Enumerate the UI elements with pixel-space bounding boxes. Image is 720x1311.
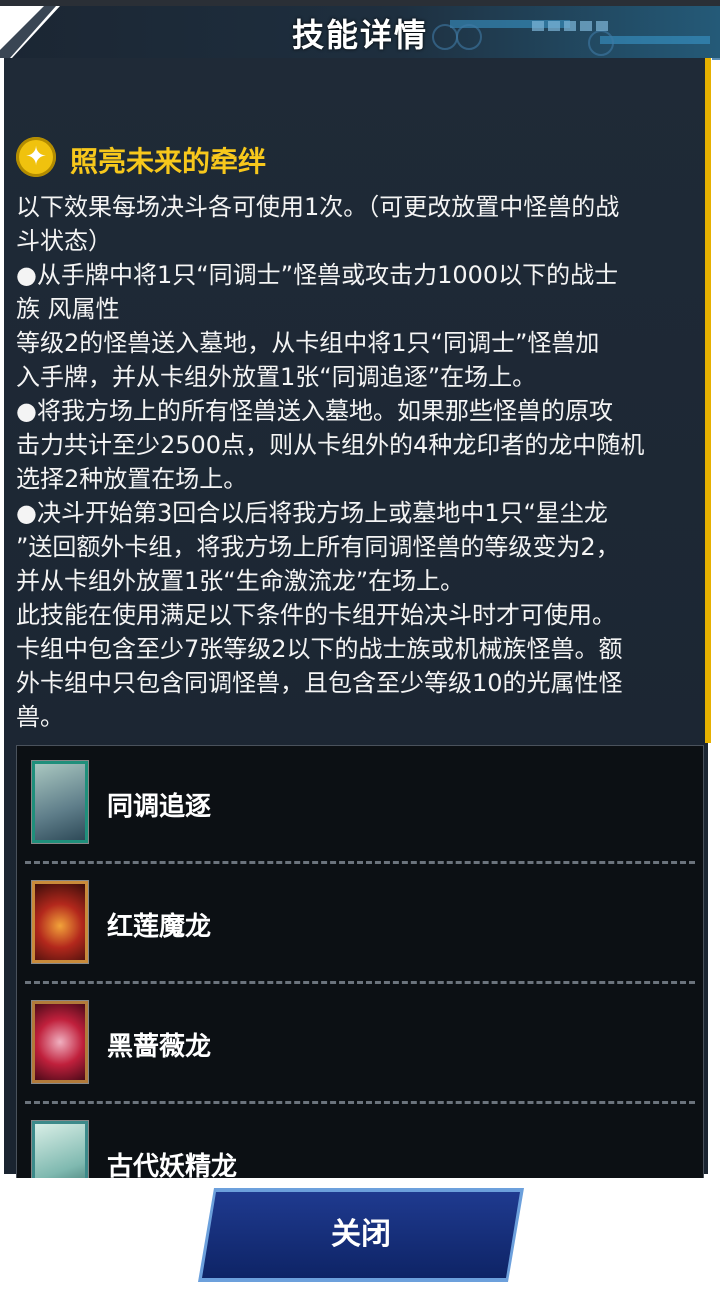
- close-button[interactable]: [202, 1192, 520, 1278]
- description-line: 此技能在使用满足以下条件的卡组开始决斗时才可使用。: [16, 601, 616, 629]
- list-item[interactable]: 红莲魔龙: [17, 866, 703, 984]
- description-line: 以下效果每场决斗各可使用1次。（可更改放置中怪兽的战: [16, 193, 620, 221]
- description-line: ●决斗开始第3回合以后将我方场上或墓地中1只“星尘龙: [16, 499, 608, 527]
- card-art: [35, 1004, 85, 1080]
- card-name: 黑蔷薇龙: [107, 1032, 212, 1062]
- description-line: 族 风属性: [16, 295, 120, 323]
- card-thumbnail[interactable]: [31, 880, 89, 964]
- list-item[interactable]: 古代妖精龙: [17, 1106, 703, 1179]
- card-art: [35, 884, 85, 960]
- card-name: 红莲魔龙: [107, 912, 212, 942]
- skill-name: 照亮未来的牵绊: [70, 145, 267, 178]
- divider: [25, 1101, 695, 1104]
- related-cards-list[interactable]: 同调追逐 红莲魔龙 黑蔷薇龙 古代妖精龙: [16, 745, 704, 1179]
- description-line: ●将我方场上的所有怪兽送入墓地。如果那些怪兽的原攻: [16, 397, 613, 425]
- description-line: 并从卡组外放置1张“生命激流龙”在场上。: [16, 567, 465, 595]
- list-item[interactable]: 同调追逐: [17, 746, 703, 864]
- card-name: 古代妖精龙: [107, 1152, 238, 1179]
- page-title: 技能详情: [291, 16, 428, 54]
- divider: [25, 861, 695, 864]
- skill-description: 以下效果每场决斗各可使用1次。（可更改放置中怪兽的战 斗状态） ●从手牌中将1只…: [16, 190, 706, 734]
- description-line: ”送回额外卡组，将我方场上所有同调怪兽的等级变为2，: [16, 533, 620, 561]
- description-line: 入手牌，并从卡组外放置1张“同调追逐”在场上。: [16, 363, 537, 391]
- list-item[interactable]: 黑蔷薇龙: [17, 986, 703, 1104]
- description-line: 卡组中包含至少7张等级2以下的战士族或机械族怪兽。额: [16, 635, 623, 663]
- card-name: 同调追逐: [107, 792, 212, 822]
- card-thumbnail[interactable]: [31, 1000, 89, 1084]
- divider: [25, 981, 695, 984]
- card-art: [35, 764, 85, 840]
- card-thumbnail[interactable]: [31, 1120, 89, 1178]
- sparkle-star-icon: ✦: [16, 137, 56, 177]
- description-line: 兽。: [16, 703, 64, 731]
- description-line: 等级2的怪兽送入墓地，从卡组中将1只“同调士”怪兽加: [16, 329, 600, 357]
- description-line: 选择2种放置在场上。: [16, 465, 248, 493]
- description-line: 斗状态）: [16, 227, 112, 255]
- description-line: 击力共计至少2500点，则从卡组外的4种龙印者的龙中随机: [16, 431, 645, 459]
- description-line: 外卡组中只包含同调怪兽，且包含至少等级10的光属性怪: [16, 669, 623, 697]
- card-thumbnail[interactable]: [31, 760, 89, 844]
- card-art: [35, 1124, 85, 1178]
- description-line: ●从手牌中将1只“同调士”怪兽或攻击力1000以下的战士: [16, 261, 619, 289]
